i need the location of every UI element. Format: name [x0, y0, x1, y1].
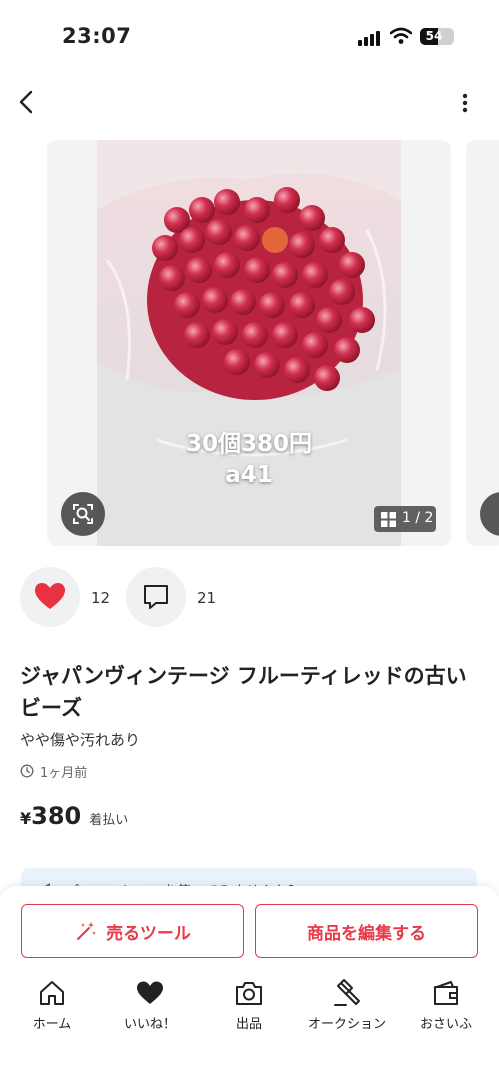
tab-wallet-label: おさいふ	[419, 1017, 472, 1032]
back-arrow-icon[interactable]	[12, 86, 44, 118]
next-image-preview[interactable]	[466, 140, 499, 546]
tab-sell-label: 出品	[235, 1017, 262, 1032]
battery-icon: 54	[420, 28, 454, 45]
tab-wallet[interactable]: おさいふ	[400, 978, 492, 1038]
wallet-icon	[434, 981, 458, 1005]
camera-icon	[236, 982, 262, 1005]
like-button[interactable]	[20, 567, 80, 627]
edit-item-label: 商品を編集する	[307, 923, 426, 943]
status-bar: 23:07 54	[0, 0, 499, 72]
gavel-icon	[334, 979, 360, 1006]
comment-button[interactable]	[126, 567, 186, 627]
posted-time-text: 1ヶ月前	[40, 766, 88, 781]
battery-level: 54	[425, 29, 443, 43]
heart-filled-icon	[35, 583, 65, 609]
home-icon	[40, 981, 64, 1005]
image-search-button[interactable]	[61, 492, 105, 536]
comment-count: 21	[197, 589, 217, 607]
sell-tool-label: 売るツール	[106, 923, 191, 943]
image-overlay-code: a41	[225, 462, 273, 488]
wifi-icon	[390, 27, 412, 44]
tab-home[interactable]: ホーム	[6, 978, 98, 1038]
page-counter-text: 1 / 2	[402, 510, 434, 526]
sell-tool-button[interactable]: 売るツール	[21, 904, 244, 958]
status-time: 23:07	[62, 24, 132, 48]
like-count: 12	[91, 589, 111, 607]
tab-sell[interactable]: 出品	[203, 978, 295, 1038]
tab-home-label: ホーム	[32, 1017, 72, 1032]
image-carousel[interactable]: 30個380円 a41 1 / 2	[47, 140, 451, 546]
signal-icon	[358, 30, 382, 46]
magic-wand-icon	[77, 922, 97, 940]
price: ¥380 着払い	[20, 802, 128, 830]
tab-likes[interactable]: いいね！	[104, 978, 196, 1038]
clock-icon	[20, 764, 34, 778]
heart-icon	[137, 981, 163, 1004]
tab-likes-label: いいね！	[123, 1017, 176, 1032]
shipping-method: 着払い	[89, 813, 129, 828]
tab-auction-label: オークション	[307, 1017, 386, 1032]
product-title: ジャパンヴィンテージ フルーティレッドの古いビーズ	[20, 664, 467, 720]
image-overlay-price: 30個380円	[185, 431, 313, 457]
comment-icon	[144, 585, 168, 609]
image-page-counter[interactable]: 1 / 2	[374, 506, 436, 532]
price-amount: 380	[31, 802, 82, 830]
lens-scan-icon	[73, 504, 93, 524]
item-condition: やや傷や汚れあり	[20, 731, 141, 749]
image-search-button-next[interactable]	[480, 492, 499, 536]
more-options-icon[interactable]	[452, 88, 478, 118]
price-symbol: ¥	[20, 809, 32, 828]
edit-item-button[interactable]: 商品を編集する	[255, 904, 478, 958]
tab-auction[interactable]: オークション	[301, 978, 393, 1038]
grid-icon	[381, 512, 396, 527]
